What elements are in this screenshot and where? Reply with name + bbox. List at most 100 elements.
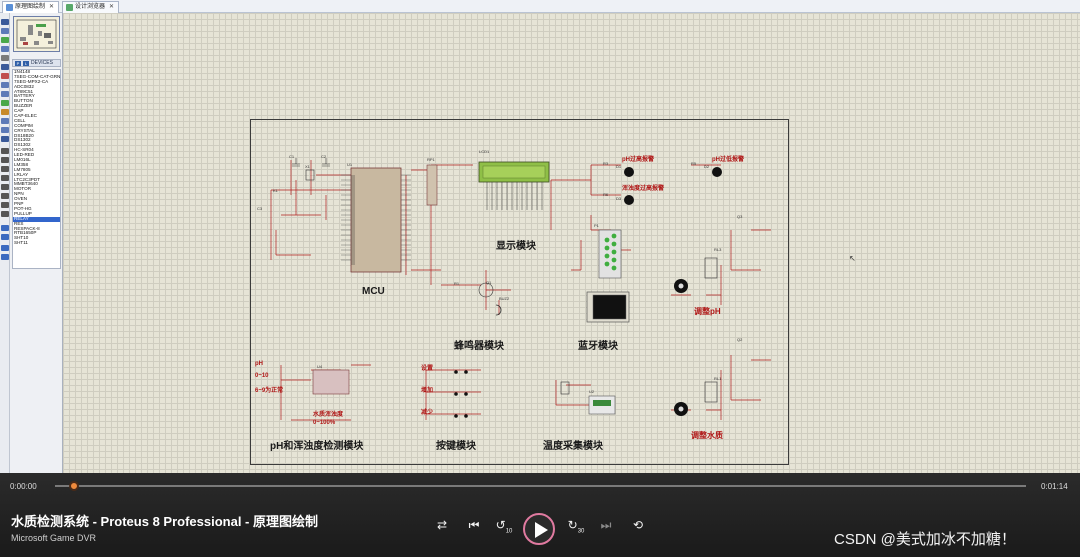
ref-rl3: RL3	[714, 247, 722, 252]
label-key-sub: 减少	[421, 410, 434, 416]
line-tool-icon[interactable]	[1, 148, 9, 154]
component-tool-icon[interactable]	[1, 28, 9, 34]
generator-tool-icon[interactable]	[1, 118, 9, 124]
tab-label: 设计浏览器	[75, 4, 106, 10]
path-tool-icon[interactable]	[1, 184, 9, 190]
graph-tool-icon[interactable]	[1, 100, 9, 106]
mirror-y-icon[interactable]	[1, 254, 9, 260]
devices-title: DEVICES	[31, 60, 53, 66]
ref-r3: R3	[603, 161, 609, 166]
ref-u2: U2	[589, 389, 595, 394]
ref-p1: P1	[594, 223, 599, 228]
ref-k1: K1	[273, 188, 278, 193]
probe-tool-icon[interactable]	[1, 127, 9, 133]
label-turbidity-range: 0~100%	[313, 420, 336, 426]
label-bluetooth-module: 蓝牙模块	[578, 341, 618, 352]
mirror-x-icon[interactable]	[1, 245, 9, 251]
instrument-tool-icon[interactable]	[1, 136, 9, 142]
label-key-set: 设置	[421, 366, 434, 372]
tab-schematic[interactable]: 原理图绘制 ✕	[2, 1, 60, 13]
label-display-module: 显示模块	[496, 241, 536, 252]
ref-c1: C1	[289, 154, 295, 159]
label-key-add: 增加	[421, 388, 434, 394]
label-ph-turbidity-module: pH和浑浊度检测模块	[270, 441, 364, 452]
device-list-header: P L DEVICES	[12, 59, 61, 67]
junction-tool-icon[interactable]	[1, 37, 9, 43]
video-player: 0:00:00 0:01:14 水质检测系统 - Proteus 8 Profe…	[0, 473, 1080, 557]
text-tool-icon[interactable]	[1, 55, 9, 61]
subcircuit-tool-icon[interactable]	[1, 73, 9, 79]
ref-r1: R1	[454, 281, 460, 286]
app-window: 原理图绘制 ✕ 设计浏览器 ✕ P L DEVICES 1N4148 7SEG-…	[0, 0, 1080, 557]
schematic-icon	[6, 4, 13, 11]
tab-design-explorer[interactable]: 设计浏览器 ✕	[62, 1, 120, 13]
forward-30-icon[interactable]: ↻30	[567, 518, 585, 538]
next-icon[interactable]: ⏭	[597, 518, 615, 532]
schematic-sheet: MCU 显示模块 蜂鸣器模块 蓝牙模块 pH和浑浊度检测模块 按键模块 温度采集…	[250, 119, 789, 465]
label-buzzer-module: 蜂鸣器模块	[454, 341, 504, 352]
previous-icon[interactable]: ⏮	[465, 518, 483, 532]
pin-tool-icon[interactable]	[1, 91, 9, 97]
total-time: 0:01:14	[1041, 482, 1068, 491]
video-title: 水质检测系统 - Proteus 8 Professional - 原理图绘制	[11, 514, 318, 529]
watermark: CSDN @美式加冰不加糖！	[834, 531, 1016, 548]
label-mcu: MCU	[362, 286, 385, 297]
overview-preview[interactable]	[13, 16, 60, 52]
tool-strip	[0, 13, 10, 473]
label-ph-normal: 6~9为正常	[255, 388, 284, 394]
forward-label: 30	[577, 528, 585, 535]
ref-u1: U1	[347, 162, 353, 167]
ref-q3: Q3	[737, 214, 743, 219]
explorer-icon	[66, 4, 73, 11]
label-turbidity-desc: 水质浑浊度	[313, 412, 344, 418]
close-icon[interactable]: ✕	[109, 4, 114, 10]
box-tool-icon[interactable]	[1, 157, 9, 163]
select-tool-icon[interactable]	[1, 19, 9, 25]
video-source: Microsoft Game DVR	[11, 533, 97, 543]
device-list-item[interactable]: SHT11	[13, 240, 60, 246]
schematic-canvas[interactable]: MCU 显示模块 蜂鸣器模块 蓝牙模块 pH和浑浊度检测模块 按键模块 温度采集…	[63, 13, 1080, 473]
text2d-tool-icon[interactable]	[1, 193, 9, 199]
close-icon[interactable]: ✕	[49, 4, 54, 10]
seek-handle[interactable]	[69, 481, 79, 491]
rotate-cw-icon[interactable]	[1, 225, 9, 231]
ref-c2: C2	[321, 154, 327, 159]
mouse-cursor-icon: ↖	[849, 254, 856, 263]
label-adjust-ph: 调整pH	[694, 307, 721, 316]
label-ph-range: 0~10	[255, 373, 269, 379]
wire-label-tool-icon[interactable]	[1, 46, 9, 52]
marker-tool-icon[interactable]	[1, 211, 9, 217]
ref-c3: C3	[257, 206, 263, 211]
play-button[interactable]	[523, 513, 555, 545]
arc-tool-icon[interactable]	[1, 175, 9, 181]
ref-r5: R5	[691, 161, 697, 166]
circle-tool-icon[interactable]	[1, 166, 9, 172]
current-time: 0:00:00	[10, 482, 37, 491]
ref-buz2: BUZ2	[499, 296, 510, 301]
label-turbidity-alarm: 浑浊度过高报警	[622, 186, 665, 192]
bus-tool-icon[interactable]	[1, 64, 9, 70]
device-list[interactable]: 1N4148 7SEG-COM-CAT-GRN 7SEG-MPX2-CA ADC083…	[12, 69, 61, 269]
repeat-icon[interactable]: ⟲	[629, 518, 647, 532]
ref-u4: U4	[317, 364, 323, 369]
ref-q2: Q2	[737, 337, 743, 342]
symbol-tool-icon[interactable]	[1, 202, 9, 208]
tab-label: 原理图绘制	[15, 4, 46, 10]
rewind-10-icon[interactable]: ↺10	[495, 518, 513, 538]
seek-bar[interactable]	[55, 481, 1026, 491]
terminal-tool-icon[interactable]	[1, 82, 9, 88]
pick-devices-button[interactable]: P	[15, 61, 21, 66]
label-key-module: 按键模块	[436, 441, 476, 452]
ref-r6: R6	[603, 192, 609, 197]
rewind-label: 10	[505, 528, 513, 535]
label-ph: pH	[255, 361, 263, 367]
library-manager-button[interactable]: L	[23, 61, 29, 66]
tape-tool-icon[interactable]	[1, 109, 9, 115]
ref-rp1: RP1	[427, 157, 435, 162]
label-adjust-water: 调整水质	[691, 431, 723, 440]
device-panel: P L DEVICES 1N4148 7SEG-COM-CAT-GRN 7SEG-M…	[10, 13, 63, 473]
shuffle-icon[interactable]: ⇄	[433, 518, 451, 532]
ref-x1: X1	[305, 164, 310, 169]
tab-bar: 原理图绘制 ✕ 设计浏览器 ✕	[0, 0, 1080, 13]
rotate-ccw-icon[interactable]	[1, 234, 9, 240]
